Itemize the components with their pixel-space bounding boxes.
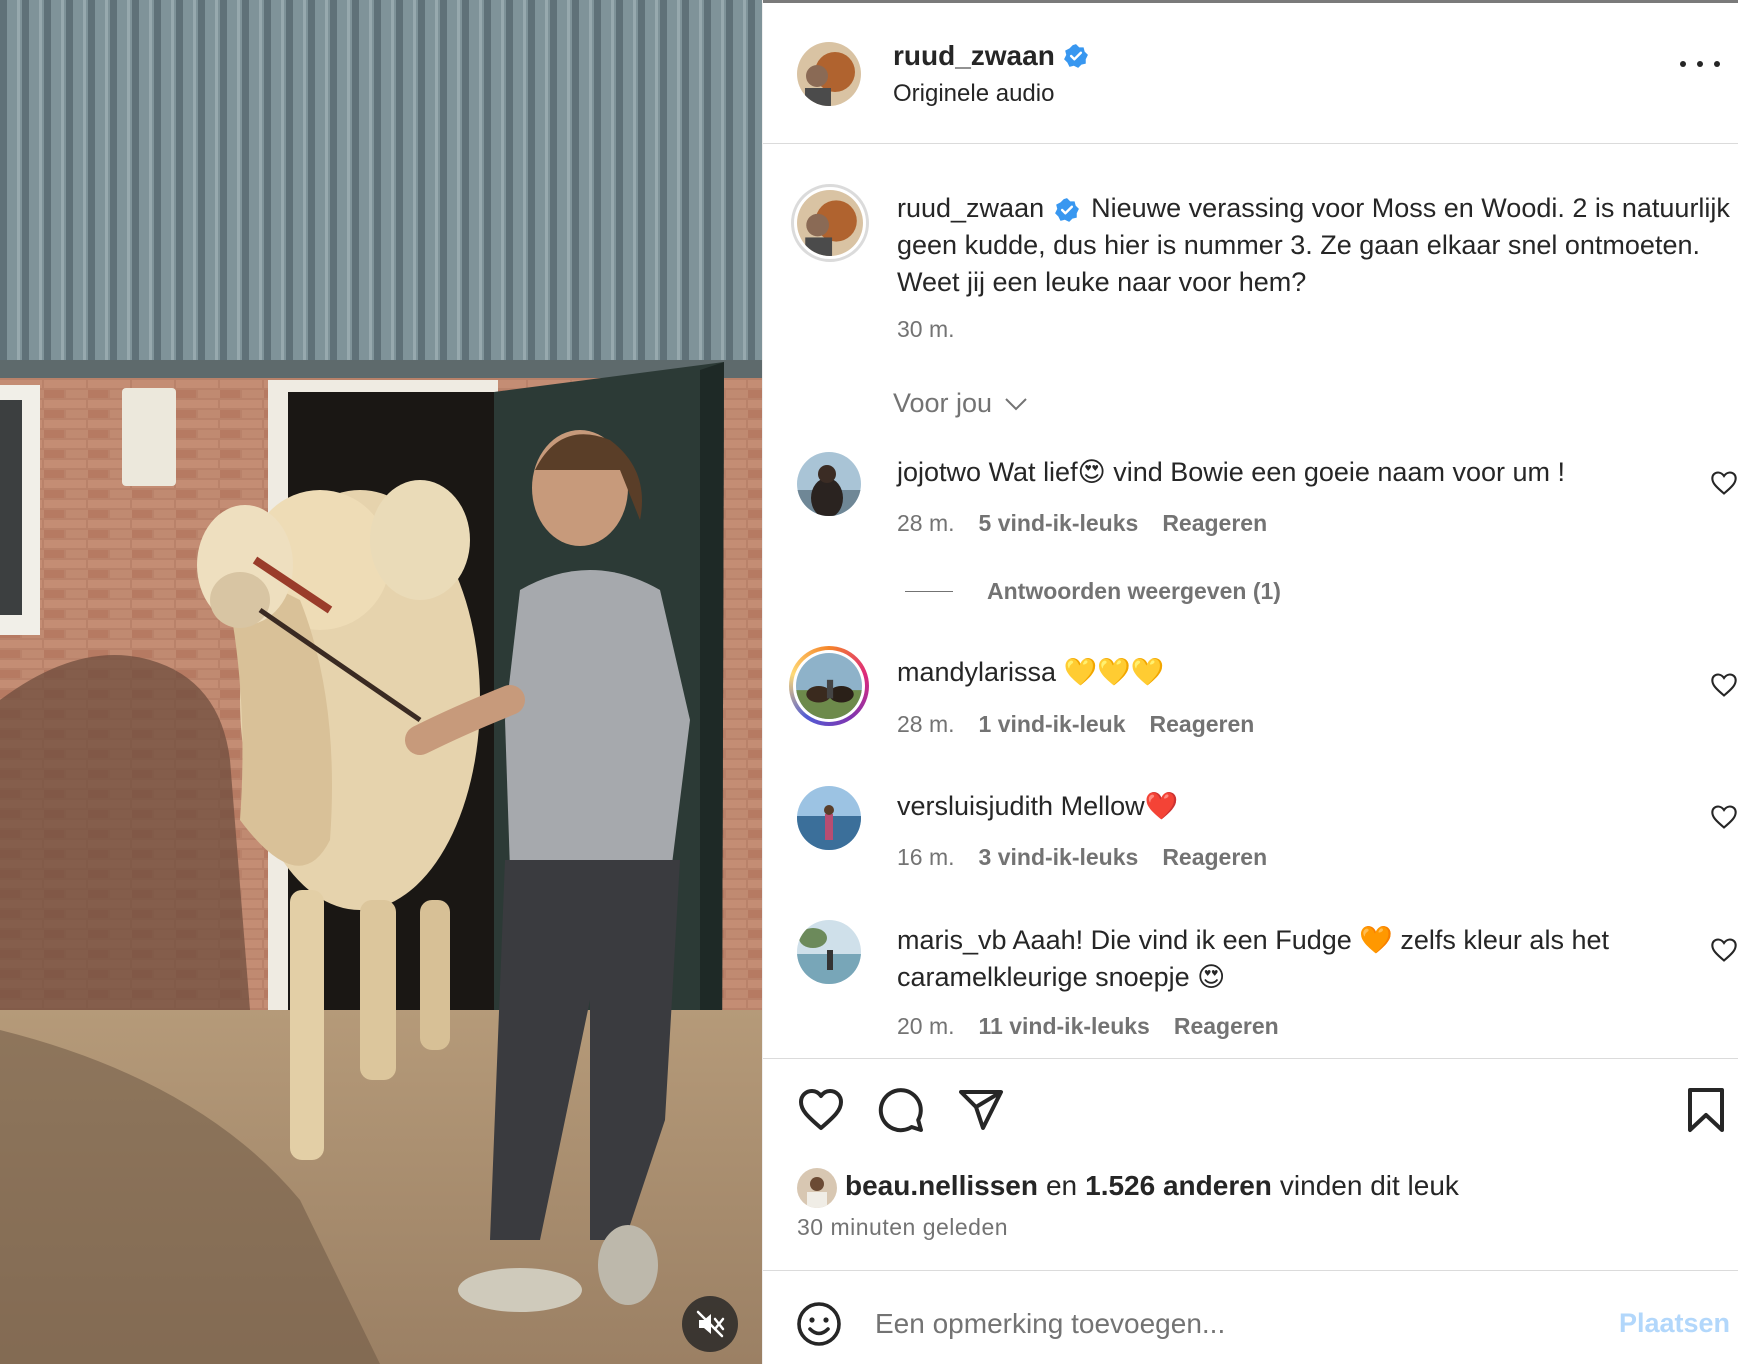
comment-sort-dropdown[interactable]: Voor jou — [893, 388, 1028, 419]
reply-button[interactable]: Reageren — [1174, 1013, 1279, 1040]
comment-text: Mellow❤️ — [1060, 791, 1179, 821]
comment-text: Wat lief😍 vind Bowie een goeie naam voor… — [988, 457, 1565, 487]
comment-likes[interactable]: 3 vind-ik-leuks — [979, 844, 1139, 871]
header-divider — [763, 143, 1738, 144]
caption-username[interactable]: ruud_zwaan — [897, 193, 1044, 223]
comment-like-icon[interactable] — [1710, 937, 1738, 963]
comment-time[interactable]: 28 m. — [897, 510, 955, 537]
comment-likes[interactable]: 5 vind-ik-leuks — [979, 510, 1139, 537]
liker-username[interactable]: beau.nellissen — [845, 1170, 1038, 1202]
comment-username[interactable]: jojotwo — [897, 457, 981, 487]
chevron-down-icon — [1005, 397, 1027, 410]
mute-icon — [696, 1310, 725, 1338]
share-icon[interactable] — [957, 1086, 1005, 1134]
more-options-button[interactable] — [1680, 52, 1720, 76]
likes-connector: en — [1045, 1170, 1078, 1201]
commenter-avatar[interactable] — [797, 452, 861, 516]
more-icon-dot — [1714, 61, 1720, 67]
post-caption: ruud_zwaan Nieuwe verassing voor Moss en… — [897, 190, 1737, 301]
bookmark-icon[interactable] — [1682, 1086, 1730, 1134]
commenter-avatar[interactable] — [797, 786, 861, 850]
comment-likes[interactable]: 11 vind-ik-leuks — [979, 1013, 1150, 1040]
comment-meta: 28 m. 1 vind-ik-leuk Reageren — [897, 711, 1254, 738]
comment-meta: 16 m. 3 vind-ik-leuks Reageren — [897, 844, 1267, 871]
more-icon — [1680, 61, 1686, 67]
caption-avatar[interactable] — [791, 184, 869, 262]
comment-icon[interactable] — [877, 1086, 925, 1134]
reply-button[interactable]: Reageren — [1162, 844, 1267, 871]
comment-like-icon[interactable] — [1710, 804, 1738, 830]
comment-likes[interactable]: 1 vind-ik-leuk — [979, 711, 1126, 738]
video-frame — [0, 0, 762, 1364]
verified-icon — [1054, 197, 1079, 222]
liker-avatar[interactable] — [797, 1168, 837, 1208]
replies-divider — [905, 591, 953, 592]
comment-body: jojotwo Wat lief😍 vind Bowie een goeie n… — [897, 454, 1697, 491]
verified-icon — [1063, 44, 1088, 68]
comment-text: 💛💛💛 — [1063, 657, 1165, 687]
comment-username[interactable]: mandylarissa — [897, 657, 1056, 687]
comment-time[interactable]: 16 m. — [897, 844, 955, 871]
comments-divider — [763, 1058, 1738, 1059]
comment-body: versluisjudith Mellow❤️ — [897, 788, 1697, 825]
post-timestamp[interactable]: 30 minuten geleden — [797, 1214, 1008, 1241]
mute-button[interactable] — [682, 1296, 738, 1352]
audio-label[interactable]: Originele audio — [893, 80, 1054, 108]
view-replies-label: Antwoorden weergeven (1) — [987, 578, 1281, 604]
caption-time[interactable]: 30 m. — [897, 316, 955, 343]
comment-time[interactable]: 28 m. — [897, 711, 955, 738]
emoji-icon[interactable] — [795, 1300, 843, 1348]
post-media[interactable] — [0, 0, 762, 1364]
composer-divider — [763, 1270, 1738, 1271]
comment-meta: 28 m. 5 vind-ik-leuks Reageren — [897, 510, 1267, 537]
likes-suffix: vinden dit leuk — [1279, 1170, 1459, 1201]
likes-summary: beau.nellissen en 1.526 anderen vinden d… — [845, 1170, 1459, 1202]
post-sidebar: ruud_zwaan Originele audio ruud_zwaan Ni… — [762, 0, 1738, 1364]
comment-username[interactable]: versluisjudith — [897, 791, 1053, 821]
window-top-strip — [763, 0, 1738, 3]
comment-body: maris_vb Aaah! Die vind ik een Fudge 🧡 z… — [897, 922, 1657, 996]
comment-input[interactable] — [875, 1302, 1595, 1346]
more-icon-dot — [1697, 61, 1703, 67]
view-replies-button[interactable]: Antwoorden weergeven (1) — [905, 578, 1281, 605]
commenter-avatar-story-ring[interactable] — [789, 646, 869, 726]
comment-body: mandylarissa 💛💛💛 — [897, 654, 1697, 691]
post-comment-button[interactable]: Plaatsen — [1619, 1308, 1730, 1339]
author-avatar[interactable] — [797, 42, 861, 106]
commenter-avatar[interactable] — [797, 920, 861, 984]
comment-time[interactable]: 20 m. — [897, 1013, 955, 1040]
author-username[interactable]: ruud_zwaan — [893, 40, 1055, 72]
like-icon[interactable] — [797, 1086, 845, 1134]
reply-button[interactable]: Reageren — [1150, 711, 1255, 738]
comment-meta: 20 m. 11 vind-ik-leuks Reageren — [897, 1013, 1279, 1040]
comment-like-icon[interactable] — [1710, 672, 1738, 698]
author-username-header[interactable]: ruud_zwaan — [893, 40, 1089, 72]
reply-button[interactable]: Reageren — [1162, 510, 1267, 537]
sort-label: Voor jou — [893, 388, 993, 418]
comment-like-icon[interactable] — [1710, 470, 1738, 496]
likes-others[interactable]: 1.526 anderen — [1085, 1170, 1272, 1202]
comment-username[interactable]: maris_vb — [897, 925, 1007, 955]
